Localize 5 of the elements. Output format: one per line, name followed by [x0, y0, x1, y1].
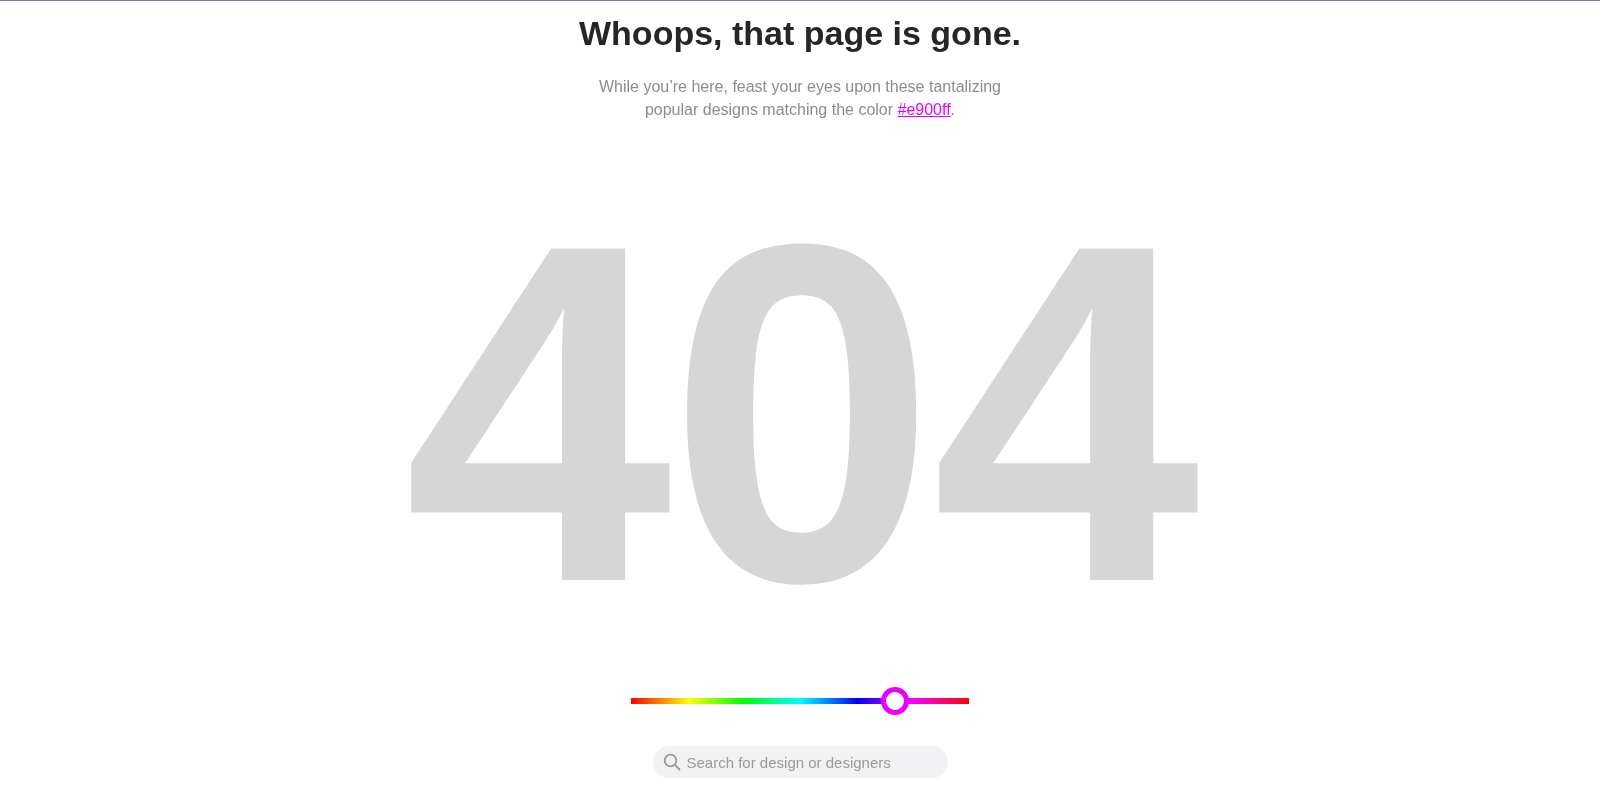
search-field[interactable]: Search for design or designers — [652, 746, 948, 778]
slider-thumb[interactable] — [880, 687, 909, 715]
page-title: Whoops, that page is gone. — [579, 13, 1021, 53]
subtitle-text: While you’re here, feast your eyes upon these tantalizing popular designs matching the color #e900ff. — [598, 77, 1002, 120]
color-link[interactable]: #e900ff — [897, 101, 951, 118]
